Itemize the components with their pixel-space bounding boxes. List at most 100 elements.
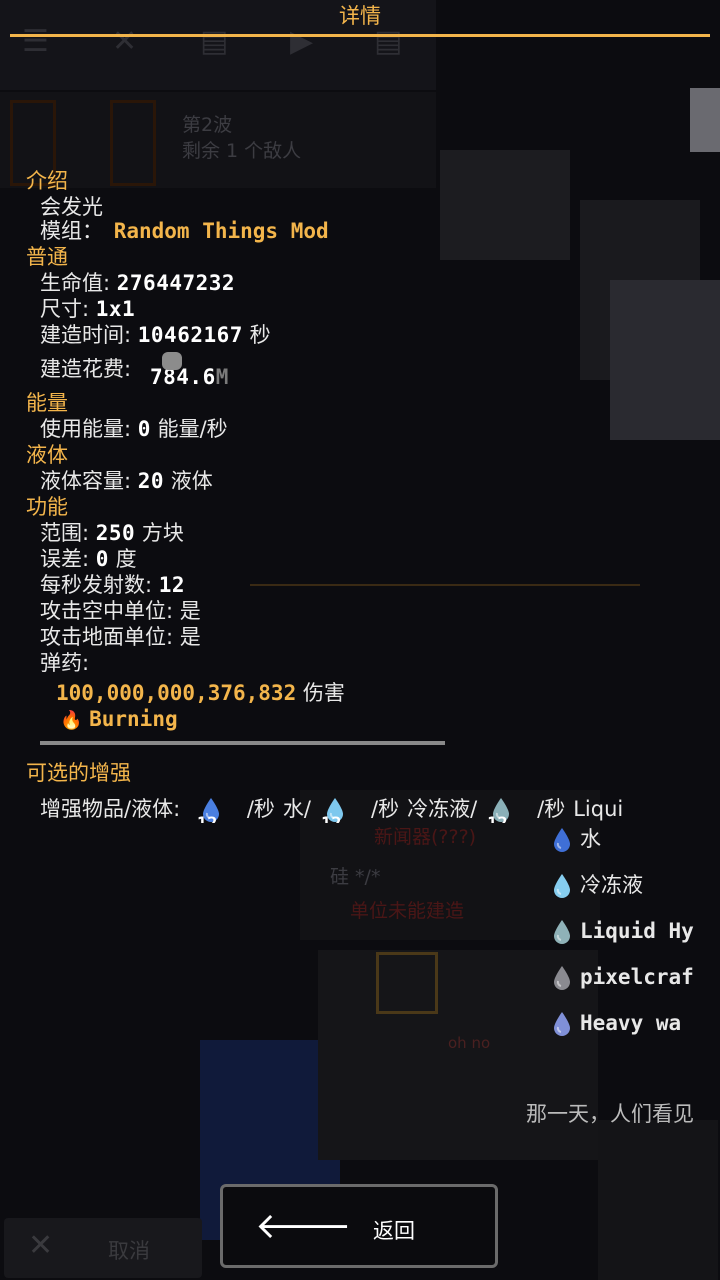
inaccuracy-value: 0: [95, 547, 109, 571]
liquid-drop-icon: 12: [487, 797, 511, 823]
liquid-drop-icon: 12: [321, 797, 345, 823]
cancel-label: 取消: [108, 1239, 150, 1263]
stat-build-time: 建造时间: 10462167 秒: [40, 322, 271, 348]
liquid-drop-icon: [552, 1011, 572, 1037]
stat-shots: 每秒发射数: 12: [40, 572, 185, 598]
range-label: 范围:: [40, 521, 90, 545]
stat-target-air: 攻击空中单位: 是: [40, 598, 201, 624]
liquid-capacity-unit: 液体: [170, 469, 213, 493]
liquid-name: 水: [580, 827, 601, 851]
range-line: [250, 584, 640, 586]
side-handle: [690, 88, 720, 152]
map-rock: [610, 280, 720, 440]
liquid-list-item[interactable]: Liquid Hy: [552, 918, 712, 945]
build-cost-value: 784.6: [150, 365, 216, 389]
stat-power-use: 使用能量: 0 能量/秒: [40, 416, 228, 442]
back-button[interactable]: 🡐 返回: [220, 1184, 498, 1268]
shots-value: 12: [158, 573, 186, 597]
boost-liquid-name: 水: [282, 797, 304, 821]
power-use-unit: 能量/秒: [157, 417, 228, 441]
build-time-label: 建造时间:: [40, 323, 132, 347]
mod-row: 模组： Random Things Mod: [40, 218, 329, 244]
stat-liquid-capacity: 液体容量: 20 液体: [40, 468, 213, 494]
liquid-drop-icon: [552, 827, 572, 853]
power-use-label: 使用能量:: [40, 417, 132, 441]
section-liquid: 液体: [26, 443, 68, 467]
section-optional: 可选的增强: [26, 761, 131, 785]
health-value: 276447232: [116, 271, 236, 295]
target-air-value: 是: [179, 599, 201, 623]
dialog-header: 详情: [0, 0, 720, 37]
status-name: Burning: [89, 707, 178, 731]
stat-inaccuracy: 误差: 0 度: [40, 546, 137, 572]
health-label: 生命值:: [40, 271, 111, 295]
target-ground-label: 攻击地面单位:: [40, 625, 174, 649]
range-value: 250: [95, 521, 136, 545]
liquid-drop-icon: [552, 873, 572, 899]
liquid-name: 冷冻液: [580, 873, 643, 897]
back-label: 返回: [373, 1219, 415, 1243]
boost-amount: 12: [197, 811, 217, 823]
intro-desc: 会发光: [40, 195, 103, 219]
boost-rate: /秒: [537, 797, 566, 821]
inaccuracy-unit: 度: [115, 547, 137, 571]
ammo-damage: 100,000,000,376,832 伤害: [56, 680, 345, 706]
inaccuracy-label: 误差:: [40, 547, 90, 571]
wave-label: 第2波: [182, 114, 233, 136]
liquid-capacity-label: 液体容量:: [40, 469, 132, 493]
liquid-list-item[interactable]: Heavy wa: [552, 1010, 712, 1037]
section-divider: [40, 741, 445, 745]
stat-target-ground: 攻击地面单位: 是: [40, 624, 201, 650]
liquid-list-item[interactable]: pixelcraf: [552, 964, 712, 991]
target-ground-value: 是: [179, 625, 201, 649]
liquid-drop-icon: [552, 965, 572, 991]
liquid-drop-icon: [552, 919, 572, 945]
section-function: 功能: [26, 495, 68, 519]
enemies-label: 剩余 1 个敌人: [182, 140, 302, 162]
liquid-capacity-value: 20: [137, 469, 165, 493]
section-general: 普通: [26, 245, 68, 269]
mod-name: Random Things Mod: [113, 219, 329, 243]
boost-item: 12/秒冷冻液/: [321, 797, 478, 823]
close-icon: ✕: [28, 1228, 54, 1263]
section-power: 能量: [26, 391, 68, 415]
ammo-label: 弹药:: [40, 651, 90, 675]
category-panel: [598, 1120, 718, 1280]
block-name: 新闻器(???): [374, 826, 477, 848]
build-cost-item: 784.6M: [150, 352, 229, 390]
fire-icon: 🔥: [60, 710, 83, 731]
map-structure: [440, 150, 570, 260]
size-label: 尺寸:: [40, 297, 90, 321]
liquid-drop-icon: 12: [197, 797, 221, 823]
boost-item: 12/秒 Liqui: [487, 797, 624, 823]
build-cost-suffix: M: [215, 365, 229, 389]
liquid-name: Liquid Hy: [580, 919, 694, 943]
boost-label: 增强物品/液体:: [40, 797, 181, 821]
liquid-list-item[interactable]: 冷冻液: [552, 872, 712, 899]
stat-build-cost: 建造花费:: [40, 356, 131, 382]
boost-row: 增强物品/液体: 12/秒水/12/秒冷冻液/12/秒Liqui: [40, 796, 720, 823]
hint-marquee: 那一天，人们看见: [526, 1102, 694, 1126]
stat-ammo: 弹药:: [40, 650, 89, 676]
liquid-list-item[interactable]: 水: [552, 826, 712, 853]
mod-label: 模组：: [40, 219, 103, 243]
boost-separator: /: [470, 797, 478, 821]
boost-amount: 12: [487, 811, 507, 823]
damage-value: 100,000,000,376,832: [56, 681, 297, 705]
build-time-value: 10462167: [137, 323, 243, 347]
selected-block: [376, 952, 438, 1014]
shots-label: 每秒发射数:: [40, 573, 153, 597]
dialog-title: 详情: [339, 4, 381, 28]
boost-liquid-name: Liqui: [573, 797, 624, 821]
liquid-name: pixelcraf: [580, 965, 694, 989]
boost-item: 12/秒水/: [197, 797, 311, 823]
range-unit: 方块: [141, 521, 184, 545]
section-intro: 介绍: [26, 169, 68, 193]
tile-text: oh no: [448, 1034, 491, 1052]
cancel-button[interactable]: ✕ 取消: [4, 1218, 202, 1278]
boost-rate: /秒: [246, 797, 275, 821]
block-requirement: 硅 */*: [330, 866, 381, 888]
stat-range: 范围: 250 方块: [40, 520, 184, 546]
liquid-name: Heavy wa: [580, 1011, 682, 1035]
block-error: 单位未能建造: [350, 900, 465, 922]
